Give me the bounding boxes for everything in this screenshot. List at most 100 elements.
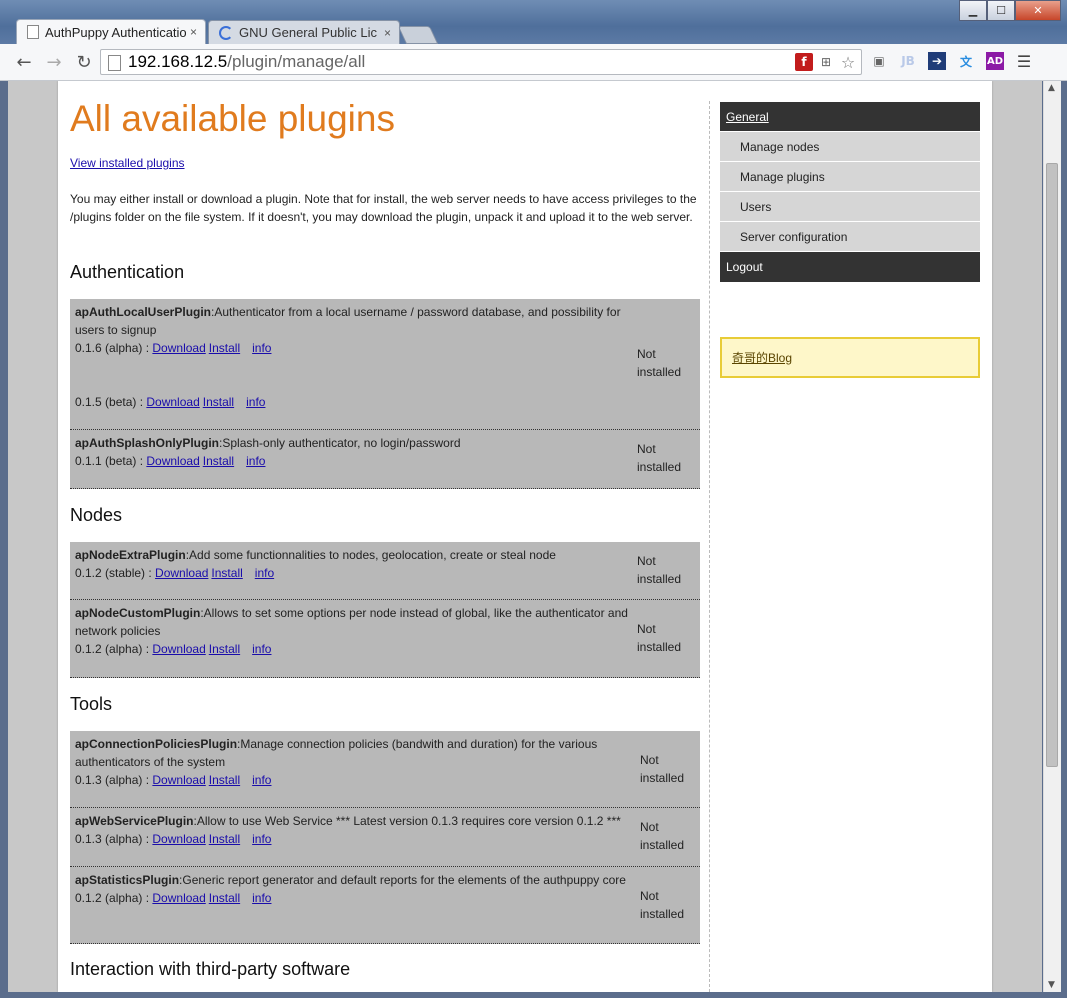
general-link[interactable]: General (726, 110, 769, 124)
plugin-row: apNodeExtraPlugin:Add some functionnalit… (70, 542, 700, 600)
install-link[interactable]: Install (209, 642, 240, 656)
plugin-table-nodes: apNodeExtraPlugin:Add some functionnalit… (70, 542, 700, 678)
plugin-version: 0.1.3 (alpha) : Download Install info (75, 771, 631, 789)
jb-extension-icon[interactable]: JB (899, 52, 917, 70)
plugin-row: apAuthSplashOnlyPlugin:Splash-only authe… (70, 430, 700, 489)
arrow-extension-icon[interactable]: ➔ (928, 52, 946, 70)
info-link[interactable]: info (252, 341, 271, 355)
version-label: 0.1.2 (alpha) : (75, 891, 153, 905)
reload-button[interactable]: ↻ (72, 51, 96, 73)
download-link[interactable]: Download (152, 341, 205, 355)
minimize-button[interactable]: ▁ (959, 0, 987, 21)
info-link[interactable]: info (246, 454, 265, 468)
new-tab-button[interactable] (397, 26, 439, 44)
tab-close-icon[interactable]: × (190, 25, 197, 39)
install-link[interactable]: Install (203, 395, 234, 409)
flash-icon[interactable]: f (795, 53, 813, 71)
download-link[interactable]: Download (146, 454, 199, 468)
info-link[interactable]: info (252, 832, 271, 846)
info-link[interactable]: info (255, 566, 274, 580)
sidebar-item-logout[interactable]: Logout (720, 252, 980, 282)
page-icon (108, 55, 121, 71)
plugin-status: Not installed (637, 347, 682, 379)
reader-extension-icon[interactable]: ▣ (870, 52, 888, 70)
plugin-name: apConnectionPoliciesPlugin (75, 737, 238, 751)
translate-extension-icon[interactable]: 文 (957, 52, 975, 70)
sidebar-item-server-configuration[interactable]: Server configuration (720, 222, 980, 252)
page-icon (27, 25, 39, 39)
translate-icon[interactable]: ⊞ (817, 53, 835, 71)
adblock-extension-icon[interactable]: AD (986, 52, 1004, 70)
back-button[interactable]: ← (12, 51, 36, 73)
url-path: /plugin/manage/all (227, 52, 366, 71)
sidebar-item-manage-nodes[interactable]: Manage nodes (720, 132, 980, 162)
blog-link[interactable]: 奇哥的Blog (732, 349, 792, 366)
plugin-status: Not installed (637, 622, 682, 654)
download-link[interactable]: Download (152, 642, 205, 656)
menu-icon[interactable]: ☰ (1015, 52, 1033, 71)
plugin-name: apWebServicePlugin (75, 814, 194, 828)
tab-close-icon[interactable]: × (384, 26, 391, 40)
info-link[interactable]: info (252, 642, 271, 656)
section-heading-tools: Tools (70, 694, 113, 714)
vertical-scrollbar[interactable]: ▲ ▼ (1043, 81, 1061, 992)
close-window-button[interactable]: ✕ (1015, 0, 1061, 21)
plugin-info: apStatisticsPlugin:Generic report genera… (75, 871, 631, 907)
page-viewport: All available plugins View installed plu… (8, 81, 1042, 992)
plugin-status: Not installed (640, 753, 685, 785)
download-link[interactable]: Download (155, 566, 208, 580)
plugin-status: Not installed (640, 820, 685, 852)
install-link[interactable]: Install (209, 891, 240, 905)
tab-authpuppy[interactable]: AuthPuppy Authenticatio × (16, 19, 206, 44)
scroll-up-icon[interactable]: ▲ (1048, 83, 1055, 93)
sidebar-item-manage-plugins[interactable]: Manage plugins (720, 162, 980, 192)
sidebar-item-users[interactable]: Users (720, 192, 980, 222)
omnibox-icons: f ⊞ ☆ (795, 53, 857, 72)
forward-button[interactable]: → (42, 51, 66, 73)
install-link[interactable]: Install (203, 454, 234, 468)
sidebar-item-general[interactable]: General (720, 102, 980, 132)
section-heading-nodes: Nodes (70, 505, 123, 525)
plugin-status: Not installed (637, 554, 682, 586)
scrollbar-thumb[interactable] (1046, 163, 1058, 767)
tab-title: AuthPuppy Authenticatio (45, 24, 186, 40)
version-label: 0.1.6 (alpha) : (75, 341, 153, 355)
tab-gnu-gpl[interactable]: GNU General Public Lic × (208, 20, 400, 44)
plugin-info: apAuthSplashOnlyPlugin:Splash-only authe… (75, 434, 631, 470)
plugin-name: apAuthSplashOnlyPlugin (75, 436, 220, 450)
version-label: 0.1.5 (beta) : (75, 395, 147, 409)
info-link[interactable]: info (246, 395, 265, 409)
info-link[interactable]: info (252, 891, 271, 905)
plugin-desc: :Splash-only authenticator, no login/pas… (219, 436, 461, 450)
plugin-info: apNodeCustomPlugin:Allows to set some op… (75, 604, 631, 658)
version-label: 0.1.1 (beta) : (75, 454, 147, 468)
download-link[interactable]: Download (152, 891, 205, 905)
plugin-status: Not installed (640, 889, 685, 921)
install-link[interactable]: Install (209, 773, 240, 787)
plugin-desc: :Allow to use Web Service *** Latest ver… (193, 814, 621, 828)
plugin-row: apAuthLocalUserPlugin:Authenticator from… (70, 299, 700, 430)
plugin-info: apAuthLocalUserPlugin:Authenticator from… (75, 303, 631, 411)
plugin-version: 0.1.2 (alpha) : Download Install info (75, 640, 631, 658)
sidebar-menu: General Manage nodes Manage plugins User… (720, 102, 980, 282)
loading-icon (219, 25, 233, 40)
install-link[interactable]: Install (209, 341, 240, 355)
bookmark-star-icon[interactable]: ☆ (839, 53, 857, 72)
install-link[interactable]: Install (209, 832, 240, 846)
maximize-button[interactable]: ☐ (987, 0, 1015, 21)
url-text: 192.168.12.5/plugin/manage/all (128, 52, 365, 72)
scroll-down-icon[interactable]: ▼ (1048, 980, 1055, 990)
install-link[interactable]: Install (211, 566, 242, 580)
view-installed-link[interactable]: View installed plugins (70, 156, 185, 170)
page-title: All available plugins (70, 98, 395, 139)
section-heading-authentication: Authentication (70, 262, 185, 282)
address-bar[interactable]: 192.168.12.5/plugin/manage/all f ⊞ ☆ (100, 49, 862, 75)
intro-text: You may either install or download a plu… (70, 192, 697, 224)
download-link[interactable]: Download (152, 773, 205, 787)
plugin-table-tools: apConnectionPoliciesPlugin:Manage connec… (70, 731, 700, 944)
download-link[interactable]: Download (146, 395, 199, 409)
download-link[interactable]: Download (152, 832, 205, 846)
browser-window: ▁ ☐ ✕ AuthPuppy Authenticatio × GNU Gene… (0, 0, 1067, 998)
info-link[interactable]: info (252, 773, 271, 787)
tab-title: GNU General Public Lic (239, 25, 377, 40)
